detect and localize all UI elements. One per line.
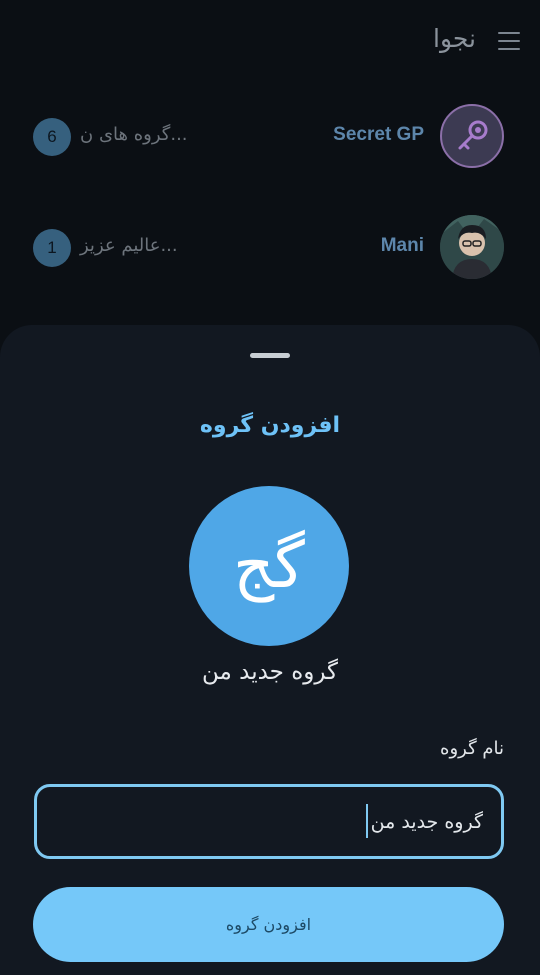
hamburger-menu-icon[interactable] xyxy=(498,31,520,51)
chat-preview: ...گروه های ن xyxy=(80,124,188,145)
chat-avatar xyxy=(440,215,504,279)
chat-avatar xyxy=(440,104,504,168)
screen: نجوا Secret GP ...گروه های ن 6 Mani ...ع… xyxy=(0,0,540,975)
key-icon xyxy=(458,120,488,150)
app-title: نجوا xyxy=(433,24,476,53)
sheet-title: افزودن گروه xyxy=(199,413,341,438)
unread-badge: 1 xyxy=(33,229,71,267)
add-group-sheet: افزودن گروه گج گروه جدید من نام گروه افز… xyxy=(0,325,540,975)
chat-list-item[interactable]: Mani ...عالیم عزیز 1 xyxy=(0,207,540,287)
app-header: نجوا xyxy=(0,22,540,62)
group-name-label: نام گروه xyxy=(440,738,504,759)
chat-preview: ...عالیم عزیز xyxy=(80,235,178,256)
group-name-input[interactable] xyxy=(34,784,504,859)
add-group-button[interactable]: افزودن گروه xyxy=(33,887,504,962)
group-avatar[interactable]: گج xyxy=(189,486,349,646)
user-photo xyxy=(440,215,504,279)
sheet-drag-handle[interactable] xyxy=(250,353,290,358)
unread-badge: 6 xyxy=(33,118,71,156)
chat-list-item[interactable]: Secret GP ...گروه های ن 6 xyxy=(0,96,540,176)
chat-name: Mani xyxy=(380,235,424,256)
chat-name: Secret GP xyxy=(333,124,424,145)
group-name-preview: گروه جدید من xyxy=(201,659,338,685)
text-caret xyxy=(366,804,368,838)
